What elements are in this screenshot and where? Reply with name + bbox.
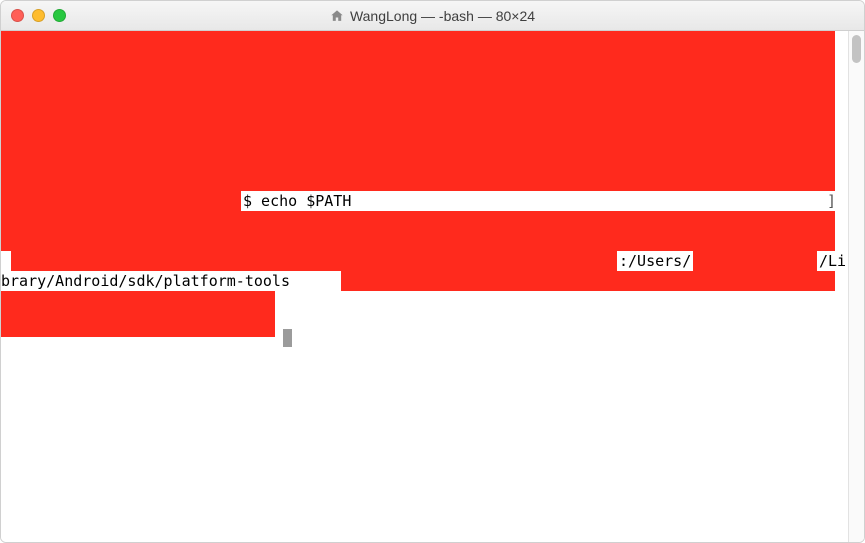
path-fragment: brary/Android/sdk/platform-tools — [1, 271, 290, 291]
home-icon — [330, 9, 344, 23]
redacted-region — [341, 271, 835, 291]
terminal-window: WangLong — -bash — 80×24 $ echo $PATH ] … — [0, 0, 865, 543]
minimize-button[interactable] — [32, 9, 45, 22]
traffic-lights — [1, 9, 66, 22]
terminal-viewport[interactable]: $ echo $PATH ] :/Users/ /Li brary/Androi… — [1, 31, 848, 542]
scrollbar-thumb[interactable] — [852, 35, 861, 63]
terminal-bracket: ] — [827, 191, 836, 211]
titlebar[interactable]: WangLong — -bash — 80×24 — [1, 1, 864, 31]
scrollbar-track[interactable] — [848, 31, 864, 542]
redacted-region — [691, 251, 817, 271]
redacted-region — [1, 191, 241, 211]
window-title-wrap: WangLong — -bash — 80×24 — [1, 8, 864, 24]
path-fragment: /Li — [817, 251, 848, 271]
window-content: $ echo $PATH ] :/Users/ /Li brary/Androi… — [1, 31, 864, 542]
terminal-command: $ echo $PATH — [241, 191, 831, 211]
path-fragment: :/Users/ — [617, 251, 693, 271]
zoom-button[interactable] — [53, 9, 66, 22]
redacted-region — [1, 291, 275, 337]
terminal-cursor — [283, 329, 292, 347]
window-title: WangLong — -bash — 80×24 — [350, 8, 535, 24]
redacted-region — [1, 31, 835, 191]
redacted-region — [11, 251, 617, 271]
redacted-region — [1, 211, 835, 251]
close-button[interactable] — [11, 9, 24, 22]
